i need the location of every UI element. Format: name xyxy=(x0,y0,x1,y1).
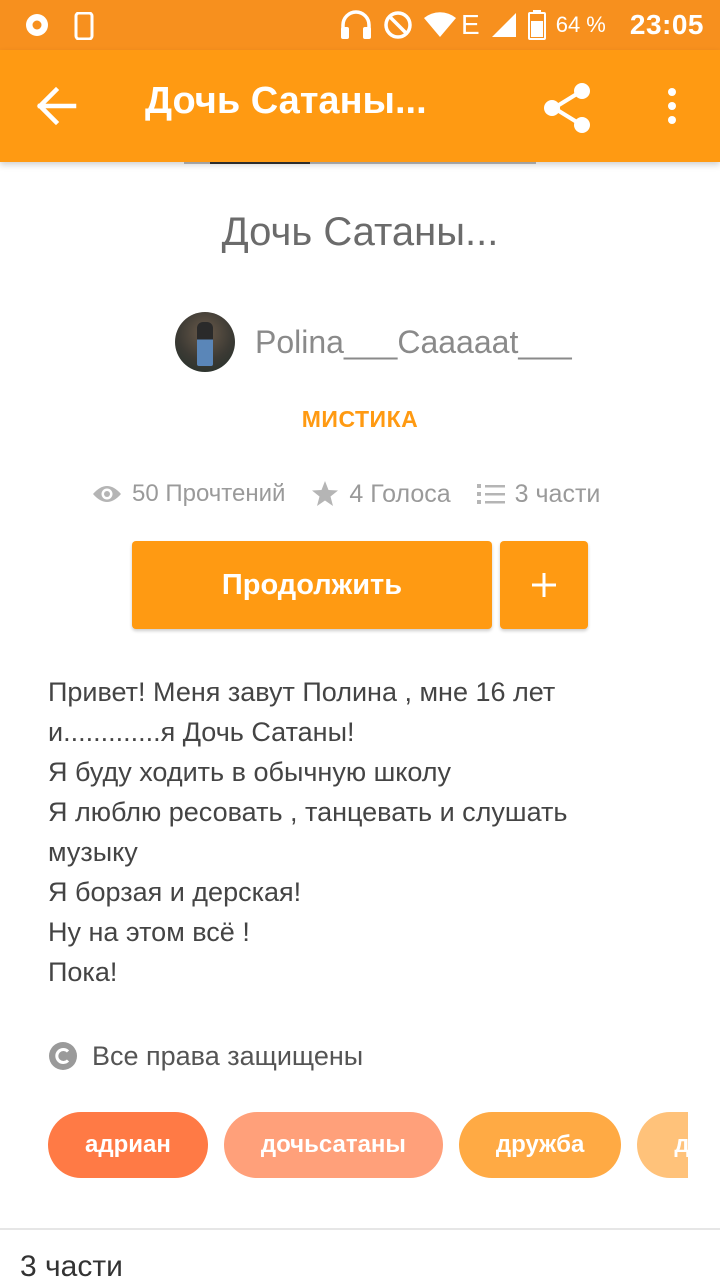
parts-count: 3 части xyxy=(514,479,601,508)
notification-circle-icon xyxy=(26,14,48,36)
category-label[interactable]: МИСТИКА xyxy=(0,406,720,433)
network-type: E xyxy=(461,9,480,40)
list-icon xyxy=(476,484,505,504)
description-line: Я буду ходить в обычную школу xyxy=(48,757,452,787)
battery-percent: 64 % xyxy=(555,12,606,37)
app-bar: Дочь Сатаны... xyxy=(0,50,720,162)
reads-count: 50 Прочтений xyxy=(132,480,286,507)
tags-row[interactable]: адриан дочьсатаны дружба дьявол xyxy=(48,1112,688,1178)
share-icon[interactable] xyxy=(540,80,596,136)
phone-icon xyxy=(74,12,94,40)
description-line: Ну на этом всё ! xyxy=(48,917,250,947)
description-line: Привет! Меня завут Полина , мне 16 лет xyxy=(48,677,556,707)
story-stats: 50 Прочтений 4 Голоса 3 части xyxy=(92,472,600,516)
clock: 23:05 xyxy=(629,9,704,40)
cover-edge-line xyxy=(210,162,310,164)
wifi-icon xyxy=(424,12,457,37)
story-description: Привет! Меня завут Полина , мне 16 лет и… xyxy=(48,672,648,992)
star-icon xyxy=(312,481,339,506)
cover-edge-line xyxy=(310,162,536,164)
tag-chip[interactable]: дружба xyxy=(458,1112,622,1178)
back-arrow-icon[interactable] xyxy=(34,86,78,126)
reads-stat: 50 Прочтений xyxy=(92,480,285,508)
add-to-library-button[interactable] xyxy=(500,541,588,629)
continue-reading-button[interactable]: Продолжить xyxy=(132,541,492,629)
tag-chip[interactable]: адриан xyxy=(48,1112,208,1178)
parts-stat: 3 части xyxy=(476,479,601,509)
description-line: Я борзая и дерская! xyxy=(48,877,302,907)
cover-edge-line xyxy=(184,162,210,164)
copyright-text: Все права защищены xyxy=(92,1040,364,1071)
more-options-icon[interactable] xyxy=(660,86,684,126)
story-title: Дочь Сатаны... xyxy=(221,210,499,254)
tag-chip[interactable]: дочьсатаны xyxy=(223,1112,443,1178)
copyright-notice: Все права защищены xyxy=(48,1036,363,1076)
copyright-icon xyxy=(49,1042,77,1070)
tag-chip[interactable]: дьявол xyxy=(637,1112,688,1178)
do-not-disturb-icon xyxy=(384,11,412,39)
description-line: Я люблю ресовать , танцевать и слушать xyxy=(48,797,568,827)
plus-icon xyxy=(532,573,556,597)
author-name[interactable]: Polina___Caaaaat___ xyxy=(255,324,572,361)
description-line: музыку xyxy=(48,837,138,867)
section-divider xyxy=(0,1228,720,1230)
eye-icon xyxy=(93,486,121,502)
avatar[interactable] xyxy=(175,312,235,372)
votes-stat: 4 Голоса xyxy=(311,479,451,509)
battery-icon xyxy=(527,10,546,40)
votes-count: 4 Голоса xyxy=(349,479,451,508)
signal-icon xyxy=(491,13,516,37)
description-line: Пока! xyxy=(48,957,118,987)
author-link[interactable]: Polina___Caaaaat___ xyxy=(175,310,572,374)
headphones-icon xyxy=(341,10,372,39)
description-line: и.............я Дочь Сатаны! xyxy=(48,717,355,747)
status-bar: E 64 % 23:05 xyxy=(0,0,720,50)
parts-heading: 3 части xyxy=(20,1250,123,1283)
app-bar-title: Дочь Сатаны... xyxy=(145,80,427,122)
